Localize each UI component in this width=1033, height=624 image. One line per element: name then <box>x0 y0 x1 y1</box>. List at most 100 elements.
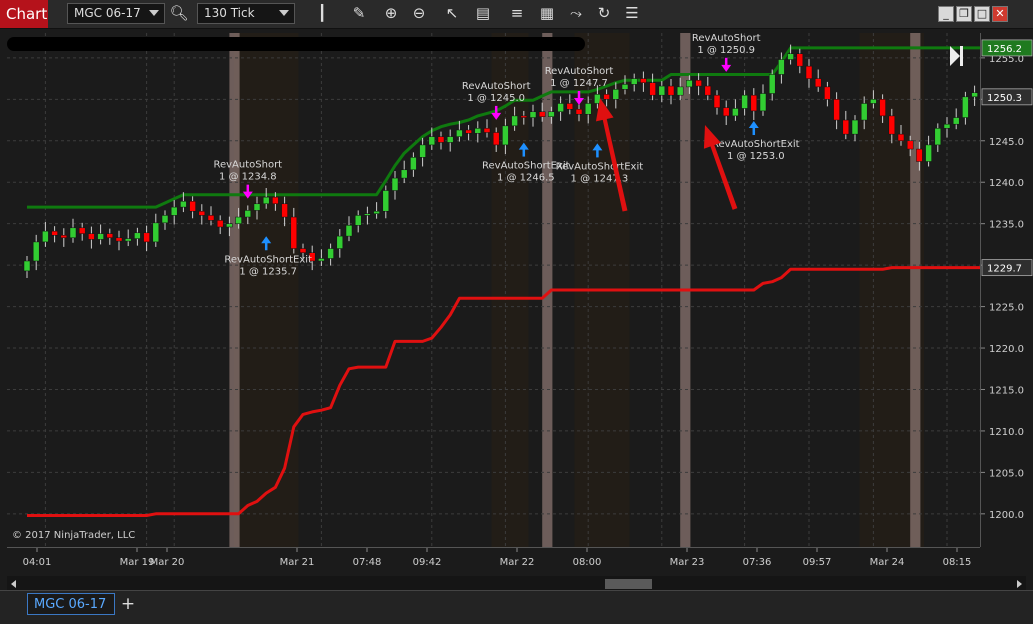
horizontal-scrollbar[interactable] <box>7 576 1026 590</box>
candle-body <box>934 128 942 146</box>
price-axis[interactable]: 1200.01205.01210.01215.01220.01225.01230… <box>980 33 1033 547</box>
bars-type-icon[interactable]: ┃ <box>311 3 333 24</box>
price-tick-label: 1240.0 <box>989 178 1024 189</box>
candle-body <box>925 144 932 162</box>
candle-body <box>557 103 564 113</box>
interval-selector[interactable]: 130 Tick <box>197 3 295 24</box>
candle <box>851 115 859 142</box>
chart-window-tab[interactable]: Chart <box>0 0 48 28</box>
candle <box>943 117 951 138</box>
candle-body <box>115 237 123 242</box>
candle-body <box>437 136 445 143</box>
candle <box>952 108 960 130</box>
data-box-icon[interactable]: ▤ <box>472 3 494 24</box>
candle-body <box>170 206 178 216</box>
candle-body <box>640 78 647 83</box>
candle-body <box>814 78 822 88</box>
candle <box>207 206 215 226</box>
candle-body <box>60 235 68 239</box>
candle-body <box>713 94 721 108</box>
candle-body <box>382 190 390 212</box>
candle-body <box>520 115 528 118</box>
strategies-icon[interactable]: ▦ <box>536 3 558 24</box>
signal-price: 1 @ 1246.5 <box>497 173 555 184</box>
candle <box>78 222 86 241</box>
add-tab-button[interactable]: + <box>118 593 138 615</box>
candle-body <box>391 177 399 191</box>
candle <box>474 121 482 143</box>
candle-body <box>345 225 353 237</box>
candle <box>750 88 758 121</box>
instrument-value: MGC 06-17 <box>74 6 141 20</box>
candle <box>51 226 58 243</box>
instrument-selector[interactable]: MGC 06-17 <box>67 3 165 24</box>
close-icon[interactable]: ✕ <box>992 6 1008 22</box>
scroll-thumb[interactable] <box>605 579 652 589</box>
candle-body <box>189 201 196 212</box>
signal-price: 1 @ 1253.0 <box>727 151 785 162</box>
candle-body <box>952 117 960 125</box>
candle-body <box>502 125 509 146</box>
candle <box>345 216 353 242</box>
candle-body <box>842 119 850 135</box>
candle <box>134 227 141 246</box>
candle-body <box>253 203 261 211</box>
candle <box>814 69 822 92</box>
candle-body <box>768 74 776 94</box>
time-tick-label: 09:42 <box>413 557 442 568</box>
candle-body <box>805 65 813 79</box>
candle-body <box>529 111 537 118</box>
candle <box>60 228 68 247</box>
zoom-in-icon[interactable]: ⊕ <box>380 3 402 24</box>
indicators-icon[interactable]: ≡ <box>506 3 528 24</box>
candle <box>446 129 454 152</box>
search-icon[interactable]: 🔍︎ <box>168 3 190 24</box>
time-tick-label: 04:01 <box>23 557 52 568</box>
signal-price: 1 @ 1234.8 <box>219 172 277 183</box>
interval-value: 130 Tick <box>204 6 255 20</box>
candle-body <box>318 258 325 262</box>
copyright-text: © 2017 NinjaTrader, LLC <box>12 530 135 541</box>
arrow-down-icon <box>721 64 732 72</box>
candle-body <box>446 136 454 143</box>
time-tick-label: Mar 21 <box>280 557 315 568</box>
time-tick-label: 07:36 <box>743 557 772 568</box>
price-axis-labels: 1200.01205.01210.01215.01220.01225.01230… <box>981 39 1033 521</box>
exit-signal: RevAutoShortExit1 @ 1253.0 <box>712 121 800 162</box>
candle-body <box>796 53 804 67</box>
price-tick-label: 1245.0 <box>989 137 1024 148</box>
instrument-tab[interactable]: MGC 06-17 <box>27 593 115 615</box>
price-panel[interactable]: RevAutoShort 1 @ 1234.8 RevAutoShortExit 1 … <box>7 33 1022 547</box>
candle <box>198 204 206 225</box>
candle-body <box>759 93 767 112</box>
price-tick-label: 1200.0 <box>989 510 1024 521</box>
candle <box>115 230 123 251</box>
candle-body <box>88 233 95 240</box>
draw-icon[interactable]: ✎ <box>348 3 370 24</box>
candle-body <box>474 128 482 134</box>
reload-icon[interactable]: ↻ <box>593 3 615 24</box>
candle <box>640 71 647 92</box>
candle <box>23 256 31 278</box>
restore-icon[interactable]: ❐ <box>956 6 972 22</box>
zoom-out-icon[interactable]: ⊖ <box>408 3 430 24</box>
candle-body <box>492 132 500 146</box>
pointer-icon[interactable]: ↖ <box>441 3 463 24</box>
scroll-right-icon[interactable] <box>1017 580 1022 588</box>
candle <box>97 224 104 245</box>
time-axis[interactable]: 04:01 Mar 19 Mar 20 Mar 21 07:48 09:42 Mar 22 0… <box>7 547 980 576</box>
templates-icon[interactable]: ⤳ <box>565 3 587 24</box>
maximize-icon[interactable]: □ <box>974 6 990 22</box>
candle <box>410 152 417 177</box>
chart-tabs-bar: MGC 06-17 + <box>0 590 1033 624</box>
properties-icon[interactable]: ☰ <box>621 3 643 24</box>
candle-body <box>612 89 620 100</box>
time-tick-label: Mar 22 <box>500 557 535 568</box>
candle-body <box>649 82 656 96</box>
minimize-icon[interactable]: _ <box>938 6 954 22</box>
signal-label: RevAutoShort <box>462 81 531 92</box>
scroll-left-icon[interactable] <box>11 580 16 588</box>
candle-body <box>244 210 252 218</box>
candle-body <box>483 128 491 133</box>
candle-body <box>943 123 951 129</box>
